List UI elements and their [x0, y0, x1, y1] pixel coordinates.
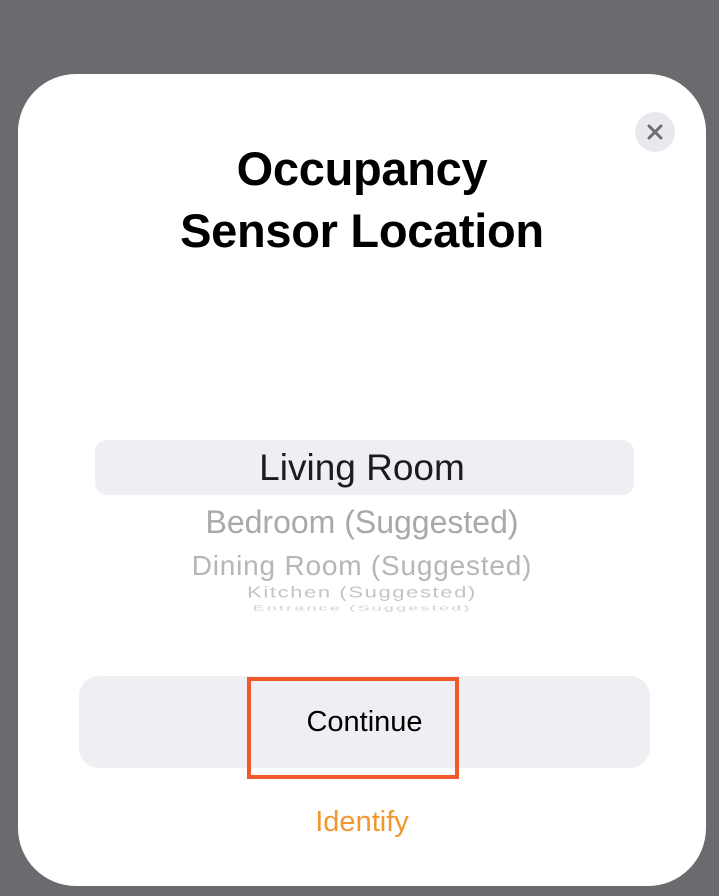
picker-option[interactable]: Entrance (Suggested) — [18, 604, 706, 612]
picker-option-selected[interactable]: Living Room — [18, 444, 706, 492]
title-line-1: Occupancy — [236, 142, 488, 195]
room-picker[interactable]: Living Room Bedroom (Suggested) Dining R… — [18, 434, 706, 624]
page-title: Occupancy Sensor Location — [18, 138, 706, 262]
location-sheet: Occupancy Sensor Location Living Room Be… — [18, 74, 706, 886]
title-line-2: Sensor Location — [180, 204, 544, 257]
identify-button[interactable]: Identify — [18, 802, 706, 842]
picker-option[interactable]: Dining Room (Suggested) — [18, 549, 706, 583]
continue-button[interactable]: Continue — [79, 676, 650, 768]
picker-option[interactable]: Bedroom (Suggested) — [18, 502, 706, 542]
continue-button-label: Continue — [306, 706, 423, 738]
picker-option[interactable]: Kitchen (Suggested) — [18, 584, 706, 601]
